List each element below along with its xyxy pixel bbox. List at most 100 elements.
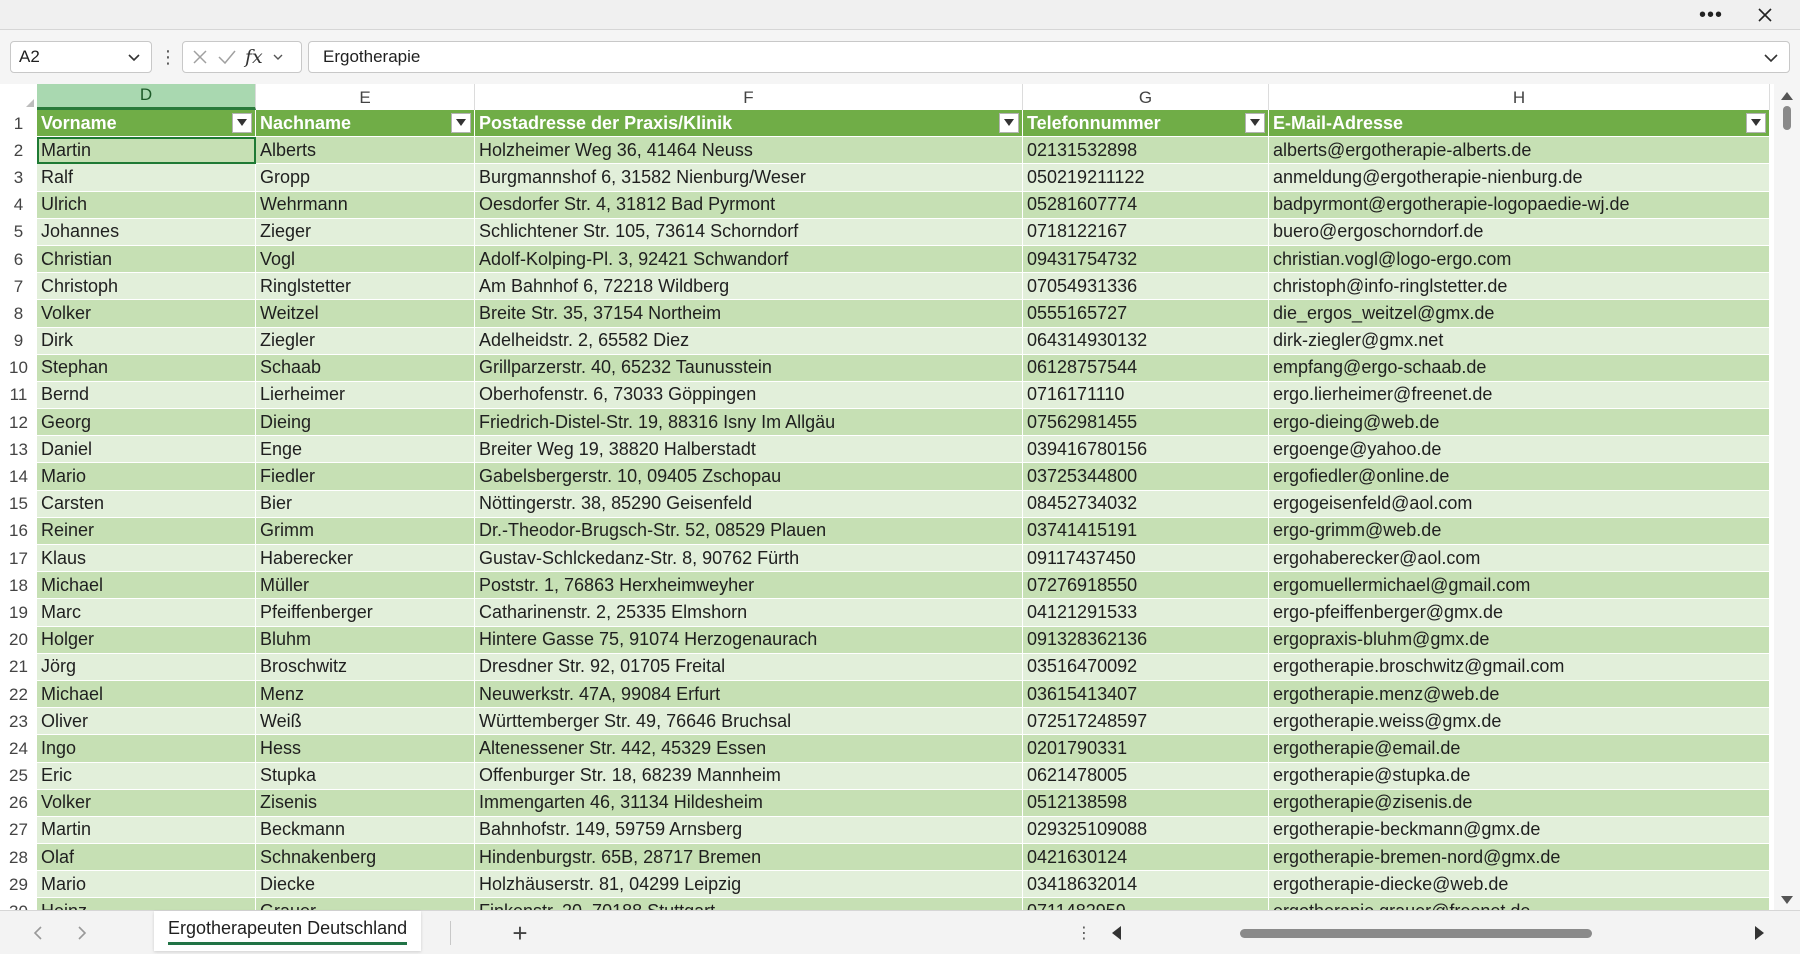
- scroll-down-icon[interactable]: [1780, 894, 1794, 906]
- table-cell[interactable]: 0555165727: [1023, 300, 1269, 328]
- table-cell[interactable]: Adelheidstr. 2, 65582 Diez: [475, 327, 1023, 355]
- column-header-g[interactable]: G: [1023, 84, 1269, 110]
- table-cell[interactable]: Poststr. 1, 76863 Herxheimweyher: [475, 572, 1023, 600]
- table-cell[interactable]: Christian: [37, 245, 256, 274]
- table-cell[interactable]: badpyrmont@ergotherapie-logopaedie-wj.de: [1269, 191, 1770, 219]
- table-cell[interactable]: Adolf-Kolping-Pl. 3, 92421 Schwandorf: [475, 245, 1023, 274]
- row-header[interactable]: 26: [0, 789, 37, 817]
- table-cell[interactable]: ergomuellermichael@gmail.com: [1269, 572, 1770, 600]
- table-cell[interactable]: Volker: [37, 789, 256, 817]
- table-cell[interactable]: ergotherapie@zisenis.de: [1269, 789, 1770, 817]
- table-cell[interactable]: Hindenburgstr. 65B, 28717 Bremen: [475, 844, 1023, 872]
- column-header-h[interactable]: H: [1269, 84, 1770, 110]
- column-header-e[interactable]: E: [256, 84, 475, 110]
- row-header[interactable]: 29: [0, 871, 37, 899]
- row-header[interactable]: 25: [0, 762, 37, 790]
- table-cell[interactable]: Weitzel: [256, 300, 475, 328]
- table-cell[interactable]: Daniel: [37, 436, 256, 464]
- table-cell[interactable]: Hintere Gasse 75, 91074 Herzogenaurach: [475, 626, 1023, 654]
- close-button[interactable]: [1742, 0, 1788, 30]
- table-cell[interactable]: Ingo: [37, 735, 256, 763]
- table-cell[interactable]: Mario: [37, 463, 256, 491]
- table-cell[interactable]: Fiedler: [256, 463, 475, 491]
- table-cell[interactable]: Bahnhofstr. 149, 59759 Arnsberg: [475, 816, 1023, 845]
- table-cell[interactable]: Bluhm: [256, 626, 475, 654]
- table-cell[interactable]: Ringlstetter: [256, 273, 475, 301]
- table-cell[interactable]: 03516470092: [1023, 653, 1269, 681]
- table-cell[interactable]: 04121291533: [1023, 599, 1269, 627]
- table-cell[interactable]: Carsten: [37, 490, 256, 518]
- table-cell[interactable]: Schlichtener Str. 105, 73614 Schorndorf: [475, 218, 1023, 246]
- table-cell[interactable]: Württemberger Str. 49, 76646 Bruchsal: [475, 708, 1023, 736]
- table-cell[interactable]: Martin: [37, 137, 256, 165]
- table-cell[interactable]: ergopraxis-bluhm@gmx.de: [1269, 626, 1770, 654]
- previous-sheet-button[interactable]: [28, 923, 48, 943]
- table-cell[interactable]: ergotherapie-diecke@web.de: [1269, 871, 1770, 899]
- table-cell[interactable]: ergo-grimm@web.de: [1269, 517, 1770, 545]
- table-cell[interactable]: Martin: [37, 816, 256, 845]
- table-cell[interactable]: 09117437450: [1023, 545, 1269, 573]
- table-cell[interactable]: Gropp: [256, 164, 475, 192]
- table-cell[interactable]: Immengarten 46, 31134 Hildesheim: [475, 789, 1023, 817]
- more-options-button[interactable]: •••: [1688, 0, 1734, 30]
- row-header[interactable]: 22: [0, 680, 37, 709]
- table-header-cell[interactable]: Vorname: [37, 110, 256, 138]
- table-cell[interactable]: Michael: [37, 572, 256, 600]
- row-header[interactable]: 11: [0, 381, 37, 410]
- filter-dropdown-button[interactable]: [999, 113, 1019, 133]
- table-cell[interactable]: 0716171110: [1023, 381, 1269, 410]
- table-cell[interactable]: Ziegler: [256, 327, 475, 355]
- table-cell[interactable]: Altenessener Str. 442, 45329 Essen: [475, 735, 1023, 763]
- table-cell[interactable]: Bernd: [37, 381, 256, 410]
- table-cell[interactable]: Reiner: [37, 517, 256, 545]
- table-cell[interactable]: Vogl: [256, 245, 475, 274]
- table-cell[interactable]: Nöttingerstr. 38, 85290 Geisenfeld: [475, 490, 1023, 518]
- table-cell[interactable]: Gabelsbergerstr. 10, 09405 Zschopau: [475, 463, 1023, 491]
- table-cell[interactable]: 064314930132: [1023, 327, 1269, 355]
- table-cell[interactable]: Grillparzerstr. 40, 65232 Taunusstein: [475, 354, 1023, 382]
- spreadsheet-grid[interactable]: D E F G H 1 Vorname Nachname Postadresse…: [0, 84, 1770, 910]
- table-cell[interactable]: Ralf: [37, 164, 256, 192]
- table-cell[interactable]: Zisenis: [256, 789, 475, 817]
- table-cell[interactable]: Heinz: [37, 898, 256, 910]
- row-header[interactable]: 28: [0, 844, 37, 872]
- table-cell[interactable]: 03615413407: [1023, 680, 1269, 709]
- scroll-up-icon[interactable]: [1780, 90, 1794, 102]
- insert-function-button[interactable]: fx: [245, 46, 263, 68]
- table-cell[interactable]: Diecke: [256, 871, 475, 899]
- scroll-left-icon[interactable]: [1110, 925, 1122, 941]
- table-cell[interactable]: Enge: [256, 436, 475, 464]
- table-cell[interactable]: Georg: [37, 409, 256, 437]
- row-header[interactable]: 14: [0, 463, 37, 491]
- table-cell[interactable]: Schaab: [256, 354, 475, 382]
- table-cell[interactable]: Dresdner Str. 92, 01705 Freital: [475, 653, 1023, 681]
- scrollbar-resize-handle[interactable]: ⋮: [1076, 921, 1092, 945]
- scroll-right-icon[interactable]: [1754, 925, 1766, 941]
- table-cell[interactable]: ergoenge@yahoo.de: [1269, 436, 1770, 464]
- table-header-cell[interactable]: Postadresse der Praxis/Klinik: [475, 110, 1023, 138]
- table-cell[interactable]: Breiter Weg 19, 38820 Halberstadt: [475, 436, 1023, 464]
- table-cell[interactable]: christoph@info-ringlstetter.de: [1269, 273, 1770, 301]
- table-cell[interactable]: Holzheimer Weg 36, 41464 Neuss: [475, 137, 1023, 165]
- table-cell[interactable]: die_ergos_weitzel@gmx.de: [1269, 300, 1770, 328]
- table-cell[interactable]: empfang@ergo-schaab.de: [1269, 354, 1770, 382]
- name-box[interactable]: A2: [10, 41, 152, 73]
- row-header[interactable]: 10: [0, 354, 37, 382]
- filter-dropdown-button[interactable]: [1746, 113, 1766, 133]
- table-cell[interactable]: Oliver: [37, 708, 256, 736]
- horizontal-scrollbar[interactable]: [1110, 922, 1770, 944]
- table-cell[interactable]: Oesdorfer Str. 4, 31812 Bad Pyrmont: [475, 191, 1023, 219]
- table-cell[interactable]: 07276918550: [1023, 572, 1269, 600]
- table-cell[interactable]: Marc: [37, 599, 256, 627]
- table-cell[interactable]: Burgmannshof 6, 31582 Nienburg/Weser: [475, 164, 1023, 192]
- table-cell[interactable]: 091328362136: [1023, 626, 1269, 654]
- table-cell[interactable]: 029325109088: [1023, 816, 1269, 845]
- table-cell[interactable]: Johannes: [37, 218, 256, 246]
- enter-check-icon[interactable]: [217, 48, 237, 66]
- formula-input[interactable]: Ergotherapie: [308, 41, 1790, 73]
- table-header-cell[interactable]: E-Mail-Adresse: [1269, 110, 1770, 138]
- table-cell[interactable]: ergo.lierheimer@freenet.de: [1269, 381, 1770, 410]
- table-cell[interactable]: ergogeisenfeld@aol.com: [1269, 490, 1770, 518]
- table-cell[interactable]: 06128757544: [1023, 354, 1269, 382]
- table-cell[interactable]: Holzhäuserstr. 81, 04299 Leipzig: [475, 871, 1023, 899]
